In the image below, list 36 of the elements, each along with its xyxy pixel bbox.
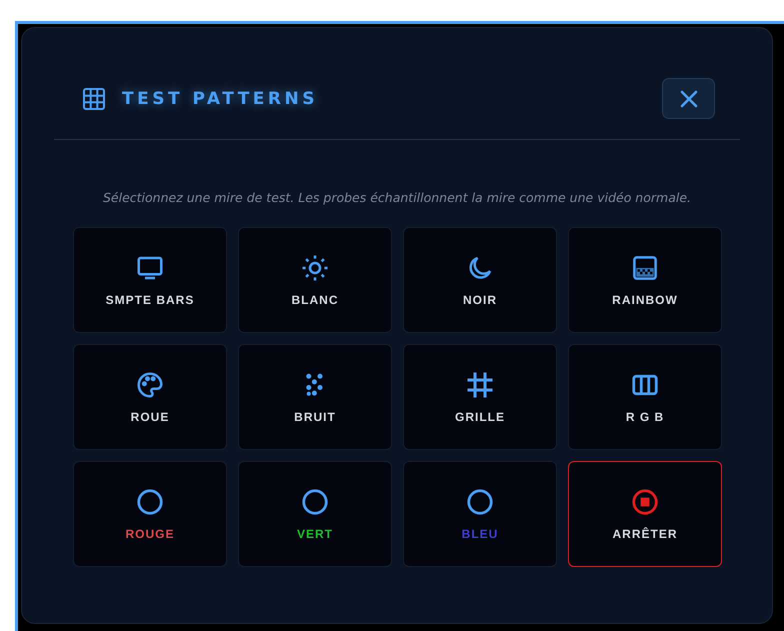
pattern-label: ARRÊTER: [612, 527, 678, 541]
description-text: Sélectionnez une mire de test. Les probes échantillonnent la mire comme une vidéo normale.: [102, 190, 692, 205]
pattern-label: BRUIT: [294, 410, 336, 424]
pattern-label: VERT: [296, 527, 333, 541]
pattern-tile[interactable]: GRILLE: [403, 344, 557, 450]
gradient-icon: [630, 253, 660, 283]
pattern-tile[interactable]: VERT: [238, 461, 392, 567]
grid-icon: [82, 86, 106, 110]
pattern-label: BLANC: [292, 293, 338, 307]
palette-icon: [135, 370, 165, 400]
close-icon: [678, 88, 698, 108]
pattern-tile[interactable]: ROUE: [73, 344, 227, 450]
circle-icon: [465, 487, 495, 517]
stop-icon: [630, 487, 660, 517]
pattern-tile[interactable]: RAINBOW: [568, 227, 722, 333]
dialog-title: TEST PATTERNS: [122, 88, 318, 108]
circle-icon: [300, 487, 330, 517]
sun-icon: [300, 253, 330, 283]
circle-icon: [135, 487, 165, 517]
pattern-label: R G B: [626, 410, 664, 424]
pattern-tile[interactable]: SMPTE BARS: [73, 227, 227, 333]
pattern-label: GRILLE: [455, 410, 505, 424]
pattern-label: RAINBOW: [612, 293, 678, 307]
pattern-label: ROUE: [130, 410, 170, 424]
pattern-tile[interactable]: ARRÊTER: [568, 461, 722, 567]
pattern-tile[interactable]: NOIR: [403, 227, 557, 333]
pattern-tile[interactable]: ROUGE: [73, 461, 227, 567]
pattern-tile[interactable]: R G B: [568, 344, 722, 450]
pattern-label: BLEU: [462, 527, 498, 541]
close-button[interactable]: [662, 78, 715, 119]
pattern-label: NOIR: [463, 293, 497, 307]
pattern-tile[interactable]: BRUIT: [238, 344, 392, 450]
pattern-label: SMPTE BARS: [106, 293, 194, 307]
pattern-label: ROUGE: [125, 527, 174, 541]
grid-icon: [465, 370, 495, 400]
pattern-tile[interactable]: BLANC: [238, 227, 392, 333]
